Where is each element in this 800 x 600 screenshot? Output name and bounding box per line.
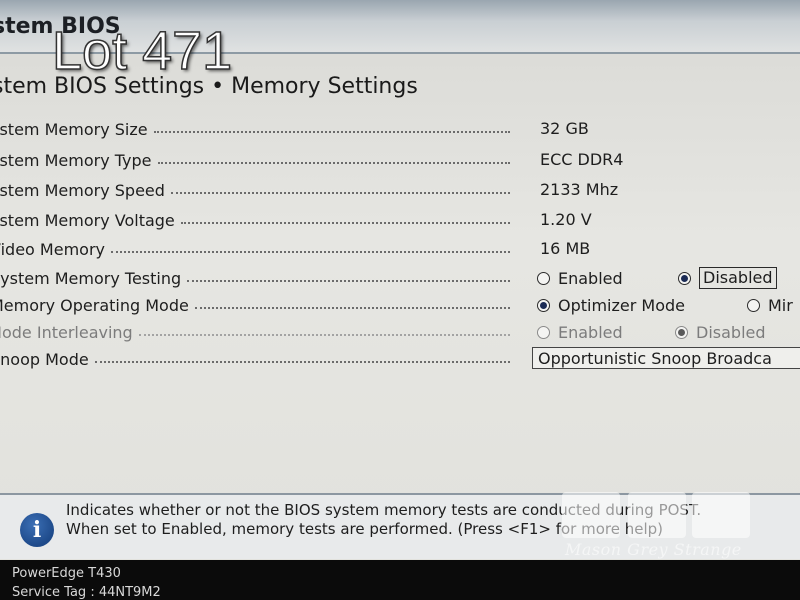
setting-value: 16 MB (540, 239, 591, 258)
footer-model: PowerEdge T430 (12, 566, 121, 581)
setting-row-node-interleaving: Node Interleaving Enabled Disabled (0, 319, 800, 345)
radio-label: Optimizer Mode (558, 295, 685, 315)
radio-label: Mir (768, 295, 793, 315)
radio-node-interleaving-enabled: Enabled (537, 319, 623, 345)
dot-leader (187, 280, 510, 282)
setting-value: 2133 Mhz (540, 180, 619, 199)
dot-leader (170, 192, 510, 194)
watermark-tile (692, 492, 750, 538)
bios-screen: stem BIOS stem BIOS Settings • Memory Se… (0, 0, 800, 600)
setting-row-memory-operating-mode: Memory Operating Mode Optimizer Mode Mir (0, 292, 800, 318)
setting-row-memory-type: ystem Memory Type ECC DDR4 (0, 147, 800, 173)
radio-label: Enabled (558, 268, 623, 288)
setting-row-memory-speed: ystem Memory Speed 2133 Mhz (0, 177, 800, 203)
setting-label: ystem Memory Speed (0, 180, 165, 200)
lot-label: Lot 471 (51, 21, 233, 81)
dot-leader (138, 334, 510, 336)
watermark-tile (628, 492, 686, 538)
setting-label: ystem Memory Size (0, 119, 148, 139)
radio-memory-testing-enabled[interactable]: Enabled (537, 265, 623, 291)
radio-optimizer-mode[interactable]: Optimizer Mode (537, 292, 685, 318)
setting-label: Node Interleaving (0, 322, 133, 342)
watermark-text: Mason Grey Strange (565, 540, 742, 559)
radio-selected-icon (675, 325, 688, 339)
radio-selected-icon (678, 271, 691, 285)
setting-label: Snoop Mode (0, 349, 89, 369)
watermark-tile (562, 492, 620, 538)
radio-selected-icon (537, 298, 550, 312)
dot-leader (110, 251, 510, 253)
setting-value: ECC DDR4 (540, 150, 624, 169)
radio-mirror-mode[interactable]: Mir (747, 292, 793, 318)
dot-leader (180, 222, 510, 224)
radio-memory-testing-disabled[interactable]: Disabled (678, 265, 777, 291)
dot-leader (94, 361, 510, 363)
footer-service-tag: Service Tag : 44NT9M2 (12, 585, 161, 600)
radio-label: Enabled (558, 322, 623, 342)
setting-label: Memory Operating Mode (0, 295, 189, 315)
dot-leader (153, 131, 510, 133)
setting-label: ystem Memory Type (0, 150, 152, 170)
radio-label: Disabled (696, 322, 766, 342)
dot-leader (194, 307, 510, 309)
setting-label: Video Memory (0, 239, 105, 259)
setting-row-memory-testing: System Memory Testing Enabled Disabled (0, 265, 800, 291)
setting-label: ystem Memory Voltage (0, 210, 175, 230)
radio-unselected-icon (537, 271, 550, 285)
setting-value: 1.20 V (540, 210, 592, 229)
setting-row-memory-voltage: ystem Memory Voltage 1.20 V (0, 207, 800, 233)
snoop-mode-dropdown[interactable]: Opportunistic Snoop Broadca (532, 347, 800, 369)
info-icon: i (20, 513, 54, 547)
setting-row-video-memory: Video Memory 16 MB (0, 236, 800, 262)
setting-row-memory-size: ystem Memory Size 32 GB (0, 116, 800, 142)
setting-label: System Memory Testing (0, 268, 182, 288)
radio-label: Disabled (699, 267, 777, 289)
radio-unselected-icon (537, 325, 550, 339)
radio-node-interleaving-disabled: Disabled (675, 319, 766, 345)
dot-leader (157, 162, 510, 164)
setting-row-snoop-mode: Snoop Mode Opportunistic Snoop Broadca (0, 346, 800, 372)
radio-unselected-icon (747, 298, 760, 312)
setting-value: 32 GB (540, 119, 589, 138)
watermark-tiles (562, 492, 752, 544)
footer: PowerEdge T430 Service Tag : 44NT9M2 (0, 560, 800, 600)
